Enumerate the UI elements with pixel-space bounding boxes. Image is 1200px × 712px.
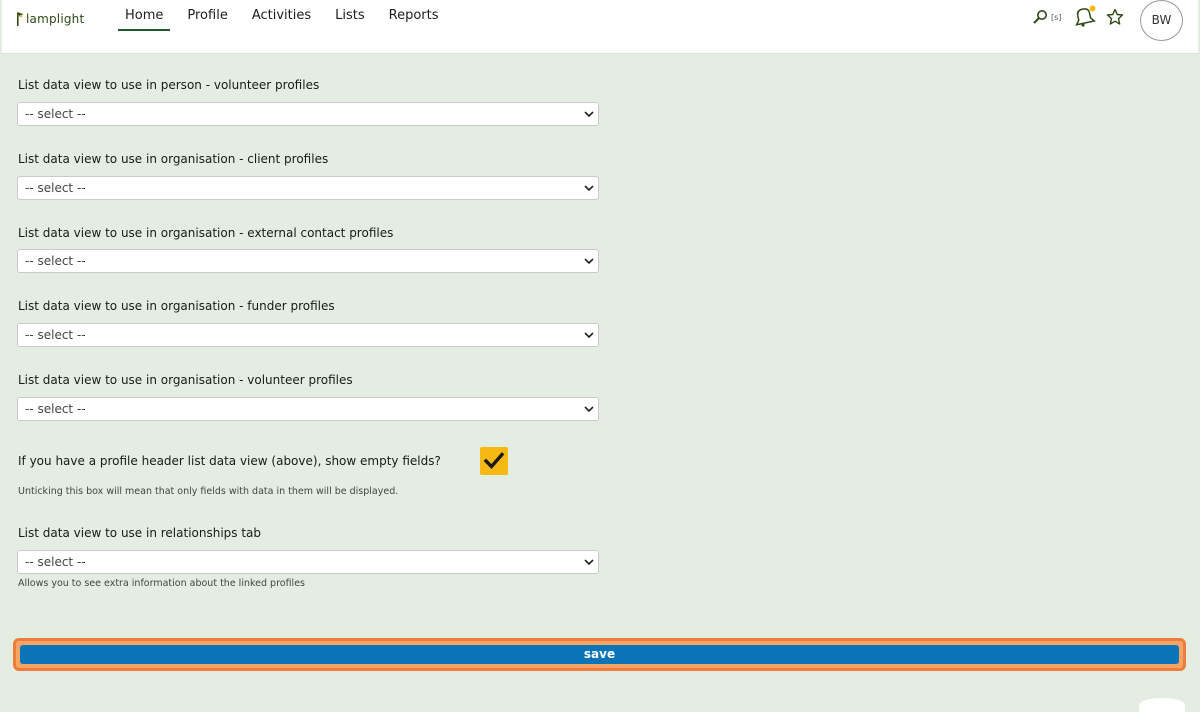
relationships-view-label: List data view to use in relationships t…: [18, 526, 262, 540]
select-value: -- select --: [25, 181, 86, 195]
frame-edge-left: [0, 0, 2, 53]
nav-reports[interactable]: Reports: [382, 0, 446, 32]
search-shortcut-hint: [s]: [1051, 13, 1062, 22]
org-volunteer-view-select[interactable]: -- select --: [17, 397, 599, 421]
star-icon[interactable]: [1106, 8, 1124, 26]
chevron-down-icon: [584, 406, 594, 413]
chevron-down-icon: [584, 258, 594, 265]
nav-profile[interactable]: Profile: [180, 0, 234, 32]
select-value: -- select --: [25, 328, 86, 342]
person-volunteer-view-select[interactable]: -- select --: [17, 102, 599, 126]
logo-text: lamplight: [26, 12, 85, 26]
show-empty-fields-label: If you have a profile header list data v…: [18, 454, 441, 468]
help-widget-tab[interactable]: [1139, 698, 1185, 712]
nav-activities[interactable]: Activities: [245, 0, 318, 32]
user-avatar[interactable]: BW: [1140, 0, 1183, 41]
top-navigation-bar: lamplight Home Profile Activities Lists …: [0, 0, 1200, 54]
select-value: -- select --: [25, 254, 86, 268]
relationships-view-select[interactable]: -- select --: [17, 550, 599, 574]
org-volunteer-view-label: List data view to use in organisation - …: [18, 373, 353, 387]
lamp-logo-icon: [17, 12, 23, 26]
chevron-down-icon: [584, 111, 594, 118]
checkmark-icon: [483, 452, 505, 469]
main-nav: Home Profile Activities Lists Reports: [118, 0, 456, 32]
org-funder-view-select[interactable]: -- select --: [17, 323, 599, 347]
show-empty-fields-hint: Unticking this box will mean that only f…: [18, 486, 399, 497]
save-button[interactable]: save: [20, 645, 1179, 664]
search-icon[interactable]: [1032, 9, 1048, 25]
org-client-view-label: List data view to use in organisation - …: [18, 152, 329, 166]
select-value: -- select --: [25, 555, 86, 569]
chevron-down-icon: [584, 332, 594, 339]
org-funder-view-label: List data view to use in organisation - …: [18, 299, 335, 313]
select-value: -- select --: [25, 402, 86, 416]
person-volunteer-view-label: List data view to use in person - volunt…: [18, 78, 320, 92]
save-button-focus-ring: save: [13, 638, 1186, 671]
nav-lists[interactable]: Lists: [328, 0, 372, 32]
org-external-contact-view-select[interactable]: -- select --: [17, 249, 599, 273]
lamplight-logo[interactable]: lamplight: [15, 6, 84, 26]
bell-icon[interactable]: [1071, 5, 1097, 27]
relationships-view-hint: Allows you to see extra information abou…: [18, 578, 305, 589]
org-client-view-select[interactable]: -- select --: [17, 176, 599, 200]
org-external-contact-view-label: List data view to use in organisation - …: [18, 226, 394, 240]
show-empty-fields-checkbox[interactable]: [480, 447, 508, 475]
chevron-down-icon: [584, 185, 594, 192]
chevron-down-icon: [584, 559, 594, 566]
nav-home[interactable]: Home: [118, 0, 171, 32]
select-value: -- select --: [25, 107, 86, 121]
